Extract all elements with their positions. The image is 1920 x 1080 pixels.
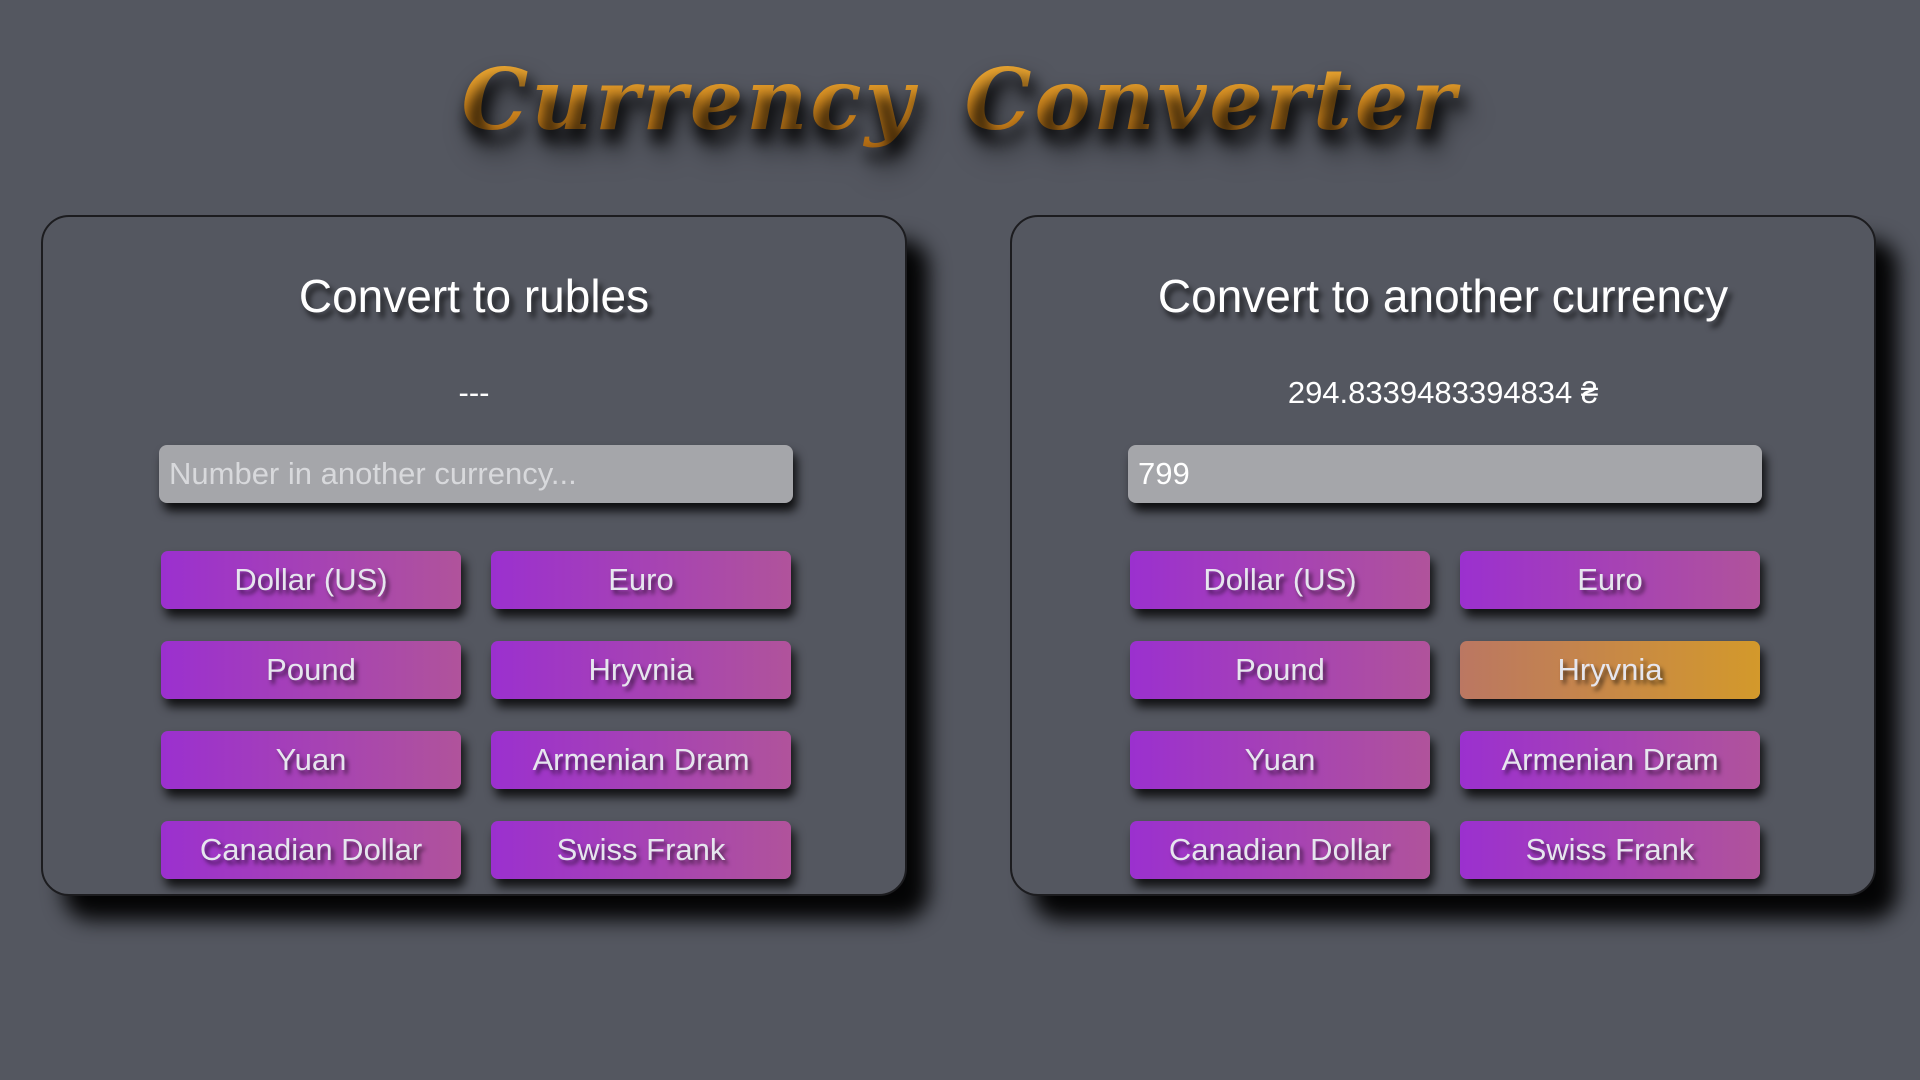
currency-button-swiss-frank[interactable]: Swiss Frank — [491, 821, 791, 879]
currency-button-dollar-us[interactable]: Dollar (US) — [161, 551, 461, 609]
convert-to-rubles-panel: Convert to rubles --- Dollar (US) Euro P… — [41, 215, 907, 896]
app-title: Currency Converter — [0, 50, 1920, 149]
currency-button-grid: Dollar (US) Euro Pound Hryvnia Yuan Arme… — [161, 551, 793, 879]
currency-button-grid: Dollar (US) Euro Pound Hryvnia Yuan Arme… — [1130, 551, 1762, 879]
currency-button-euro[interactable]: Euro — [491, 551, 791, 609]
currency-button-canadian-dollar[interactable]: Canadian Dollar — [161, 821, 461, 879]
currency-button-hryvnia[interactable]: Hryvnia — [1460, 641, 1760, 699]
currency-button-yuan[interactable]: Yuan — [161, 731, 461, 789]
currency-button-dollar-us[interactable]: Dollar (US) — [1130, 551, 1430, 609]
currency-converter-page: Currency Converter Convert to rubles ---… — [0, 0, 1920, 1080]
currency-button-euro[interactable]: Euro — [1460, 551, 1760, 609]
amount-input[interactable] — [159, 445, 793, 503]
panel-title: Convert to another currency — [1157, 270, 1729, 322]
amount-input[interactable] — [1128, 445, 1762, 503]
currency-button-armenian-dram[interactable]: Armenian Dram — [1460, 731, 1760, 789]
currency-button-armenian-dram[interactable]: Armenian Dram — [491, 731, 791, 789]
conversion-result: --- — [458, 375, 490, 410]
currency-button-hryvnia[interactable]: Hryvnia — [491, 641, 791, 699]
currency-button-yuan[interactable]: Yuan — [1130, 731, 1430, 789]
currency-button-swiss-frank[interactable]: Swiss Frank — [1460, 821, 1760, 879]
conversion-result: 294.8339483394834 ₴ — [1287, 375, 1599, 410]
currency-button-pound[interactable]: Pound — [161, 641, 461, 699]
panel-title: Convert to rubles — [298, 270, 650, 322]
convert-to-another-currency-panel: Convert to another currency 294.83394833… — [1010, 215, 1876, 896]
currency-button-canadian-dollar[interactable]: Canadian Dollar — [1130, 821, 1430, 879]
currency-button-pound[interactable]: Pound — [1130, 641, 1430, 699]
